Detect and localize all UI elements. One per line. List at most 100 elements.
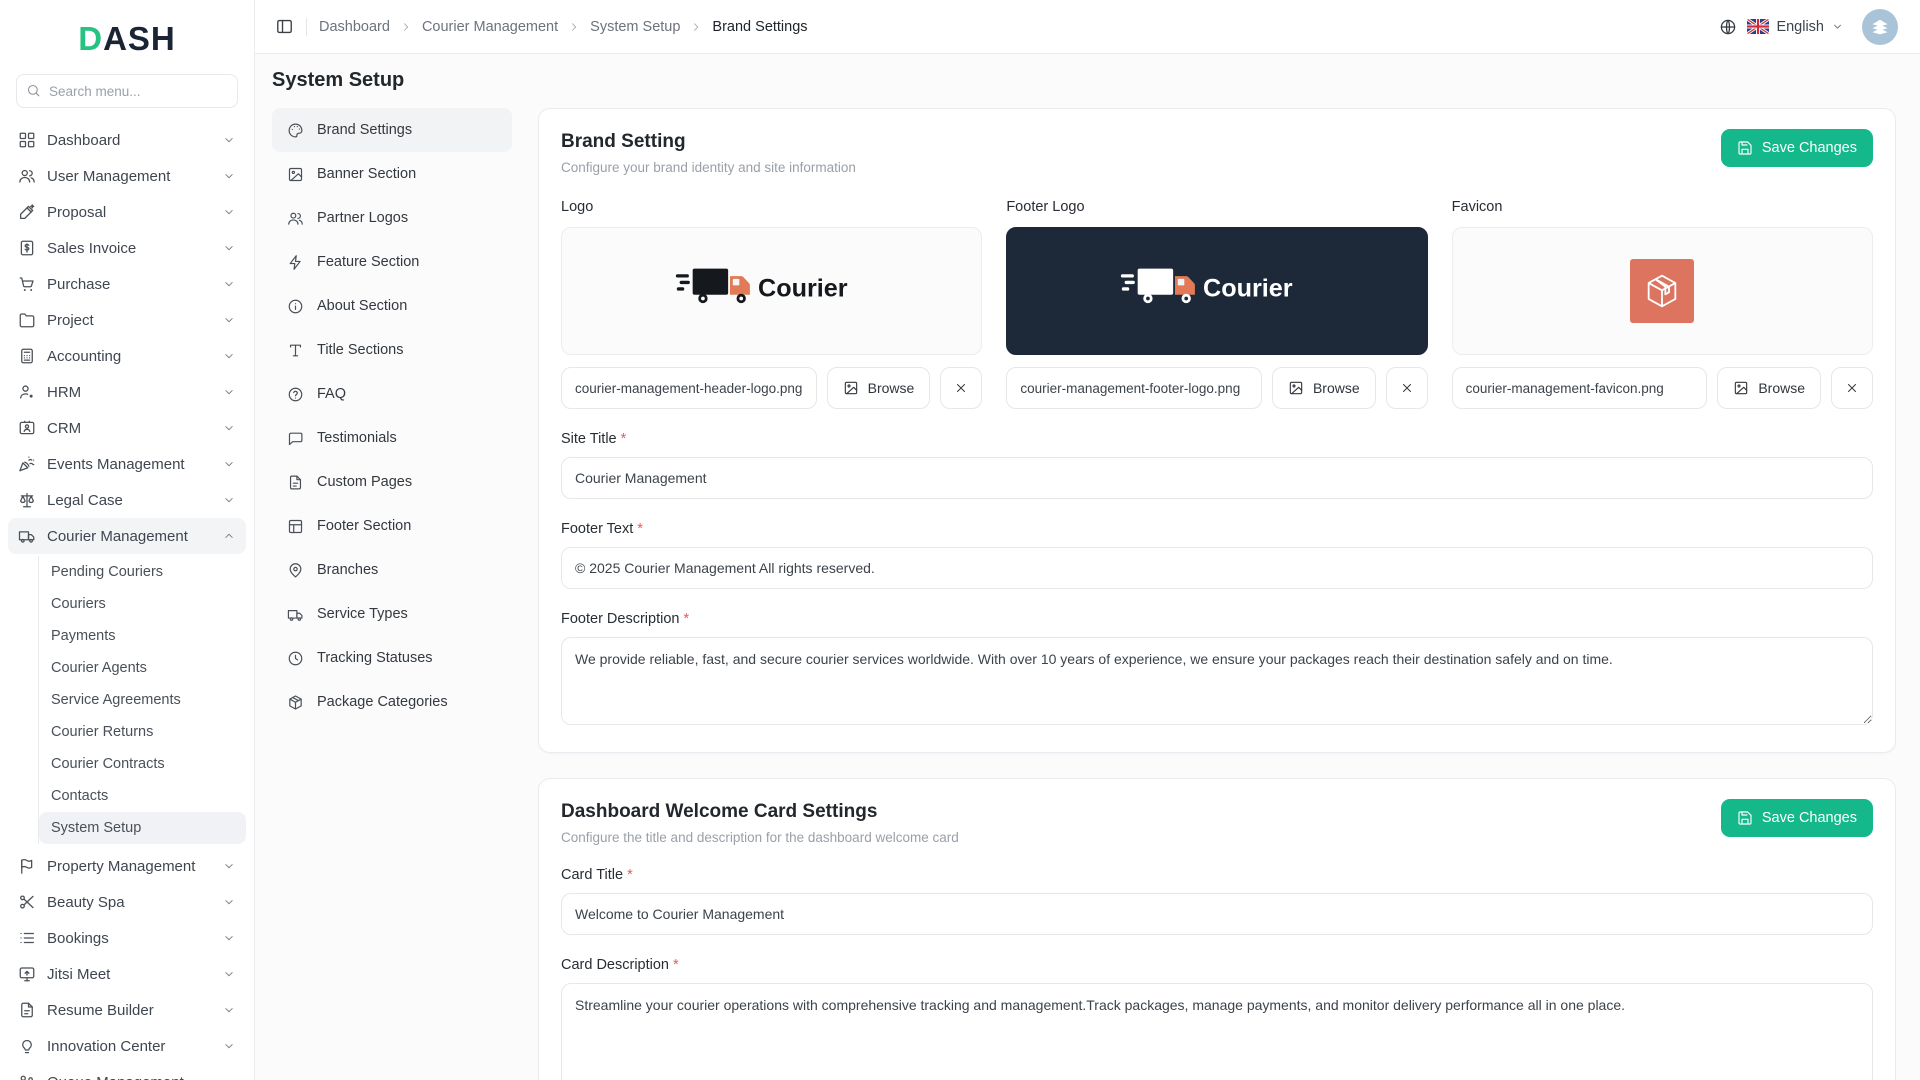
tab-partner-logos[interactable]: Partner Logos xyxy=(272,196,512,240)
tab-package-categories[interactable]: Package Categories xyxy=(272,680,512,724)
sidebar-item-events-management[interactable]: Events Management xyxy=(8,446,246,482)
courier-logo-image: Courier xyxy=(675,268,848,304)
breadcrumb-item-dashboard[interactable]: Dashboard xyxy=(319,19,390,35)
favicon-browse-button[interactable]: Browse xyxy=(1717,367,1821,409)
sidebar-item-hrm[interactable]: HRM xyxy=(8,374,246,410)
sidebar-subitem-courier-contracts[interactable]: Courier Contracts xyxy=(39,748,246,780)
package-icon xyxy=(287,694,304,711)
sidebar-subitem-couriers[interactable]: Couriers xyxy=(39,588,246,620)
footer-text-field: Footer Text * xyxy=(561,521,1873,589)
required-mark: * xyxy=(637,521,643,537)
language-selector[interactable]: English xyxy=(1747,19,1844,35)
flag-icon xyxy=(18,857,36,875)
sidebar-item-user-management[interactable]: User Management xyxy=(8,158,246,194)
party-icon xyxy=(18,455,36,473)
tab-tracking-statuses[interactable]: Tracking Statuses xyxy=(272,636,512,680)
sidebar-item-legal-case[interactable]: Legal Case xyxy=(8,482,246,518)
sidebar-subitem-system-setup[interactable]: System Setup xyxy=(39,812,246,844)
avatar[interactable] xyxy=(1862,8,1898,45)
tab-faq[interactable]: FAQ xyxy=(272,372,512,416)
chevron-down-icon xyxy=(222,1075,236,1080)
tab-label: Banner Section xyxy=(317,166,417,182)
sidebar-item-crm[interactable]: CRM xyxy=(8,410,246,446)
invoice-icon xyxy=(18,239,36,257)
sidebar-item-innovation-center[interactable]: Innovation Center xyxy=(8,1028,246,1064)
sidebar-item-label: User Management xyxy=(47,167,171,185)
tab-title-sections[interactable]: Title Sections xyxy=(272,328,512,372)
sidebar-item-accounting[interactable]: Accounting xyxy=(8,338,246,374)
tab-about-section[interactable]: About Section xyxy=(272,284,512,328)
palette-icon xyxy=(287,122,304,139)
sidebar-item-beauty-spa[interactable]: Beauty Spa xyxy=(8,884,246,920)
breadcrumb-item-system-setup[interactable]: System Setup xyxy=(590,19,680,35)
save-button-label: Save Changes xyxy=(1761,810,1857,826)
sidebar-subitem-service-agreements[interactable]: Service Agreements xyxy=(39,684,246,716)
tab-banner-section[interactable]: Banner Section xyxy=(272,152,512,196)
sidebar-subitem-payments[interactable]: Payments xyxy=(39,620,246,652)
welcome-card-save-button[interactable]: Save Changes xyxy=(1720,799,1873,837)
card-description-textarea[interactable]: Streamline your courier operations with … xyxy=(561,983,1873,1080)
sidebar-item-property-management[interactable]: Property Management xyxy=(8,848,246,884)
chevron-down-icon xyxy=(222,241,236,255)
tab-branches[interactable]: Branches xyxy=(272,548,512,592)
sidebar-item-label: Property Management xyxy=(47,857,196,875)
sidebar-item-purchase[interactable]: Purchase xyxy=(8,266,246,302)
search-input[interactable] xyxy=(16,74,238,108)
sidebar-item-label: Courier Management xyxy=(47,527,188,545)
sidebar-subitem-contacts[interactable]: Contacts xyxy=(39,780,246,812)
sidebar-item-label: Legal Case xyxy=(47,491,123,509)
list-icon xyxy=(18,929,36,947)
logo-clear-button[interactable] xyxy=(940,367,983,409)
tab-feature-section[interactable]: Feature Section xyxy=(272,240,512,284)
tab-footer-section[interactable]: Footer Section xyxy=(272,504,512,548)
filetext-icon xyxy=(18,1001,36,1019)
footer-description-textarea[interactable]: We provide reliable, fast, and secure co… xyxy=(561,637,1873,725)
sidebar-item-jitsi-meet[interactable]: Jitsi Meet xyxy=(8,956,246,992)
footer-text-input[interactable] xyxy=(561,547,1873,589)
chevron-right-icon xyxy=(690,21,702,33)
site-title-field: Site Title * xyxy=(561,431,1873,499)
sidebar-item-courier-management[interactable]: Courier Management xyxy=(8,518,246,554)
favicon-filename-input[interactable] xyxy=(1451,367,1708,409)
logo-filename-input[interactable] xyxy=(561,367,817,409)
sidebar-toggle-icon[interactable] xyxy=(275,17,294,36)
sidebar-item-queue-management[interactable]: Queue Management xyxy=(8,1064,246,1080)
sidebar-subitem-courier-agents[interactable]: Courier Agents xyxy=(39,652,246,684)
footer-logo-filename-input[interactable] xyxy=(1006,367,1262,409)
chevron-down-icon xyxy=(222,457,236,471)
sidebar-item-sales-invoice[interactable]: Sales Invoice xyxy=(8,230,246,266)
topbar: Dashboard Courier Management System Setu… xyxy=(255,0,1920,54)
sidebar-item-dashboard[interactable]: Dashboard xyxy=(8,122,246,158)
sidebar-subitem-pending-couriers[interactable]: Pending Couriers xyxy=(39,556,246,588)
x-icon xyxy=(1400,381,1414,395)
scale-icon xyxy=(18,491,36,509)
sidebar-item-label: Bookings xyxy=(47,929,109,947)
sidebar-item-project[interactable]: Project xyxy=(8,302,246,338)
tab-service-types[interactable]: Service Types xyxy=(272,592,512,636)
site-title-input[interactable] xyxy=(561,457,1873,499)
x-icon xyxy=(954,381,968,395)
breadcrumb-item-courier-management[interactable]: Courier Management xyxy=(422,19,558,35)
sidebar-item-label: Dashboard xyxy=(47,131,121,149)
sidebar-subitem-courier-returns[interactable]: Courier Returns xyxy=(39,716,246,748)
image-icon xyxy=(287,166,304,183)
sidebar-item-label: Events Management xyxy=(47,455,185,473)
logo-browse-button[interactable]: Browse xyxy=(826,367,931,409)
favicon-clear-button[interactable] xyxy=(1831,367,1873,409)
sidebar-item-resume-builder[interactable]: Resume Builder xyxy=(8,992,246,1028)
sidebar-item-proposal[interactable]: Proposal xyxy=(8,194,246,230)
page: System Setup Brand Settings Banner Sectio… xyxy=(255,54,1920,1080)
brand-setting-save-button[interactable]: Save Changes xyxy=(1720,129,1873,167)
tab-brand-settings[interactable]: Brand Settings xyxy=(272,108,512,152)
svg-text:Courier: Courier xyxy=(758,275,848,303)
tab-custom-pages[interactable]: Custom Pages xyxy=(272,460,512,504)
sidebar-search xyxy=(16,74,238,108)
sidebar-item-bookings[interactable]: Bookings xyxy=(8,920,246,956)
globe-icon[interactable] xyxy=(1719,18,1737,36)
tab-testimonials[interactable]: Testimonials xyxy=(272,416,512,460)
content: Brand Settings Banner Section Partner Logo… xyxy=(272,108,1896,1080)
footer-logo-browse-button[interactable]: Browse xyxy=(1271,367,1376,409)
card-title-input[interactable] xyxy=(561,893,1873,935)
setup-tabs: Brand Settings Banner Section Partner Logo… xyxy=(272,108,512,724)
footer-logo-clear-button[interactable] xyxy=(1385,367,1428,409)
